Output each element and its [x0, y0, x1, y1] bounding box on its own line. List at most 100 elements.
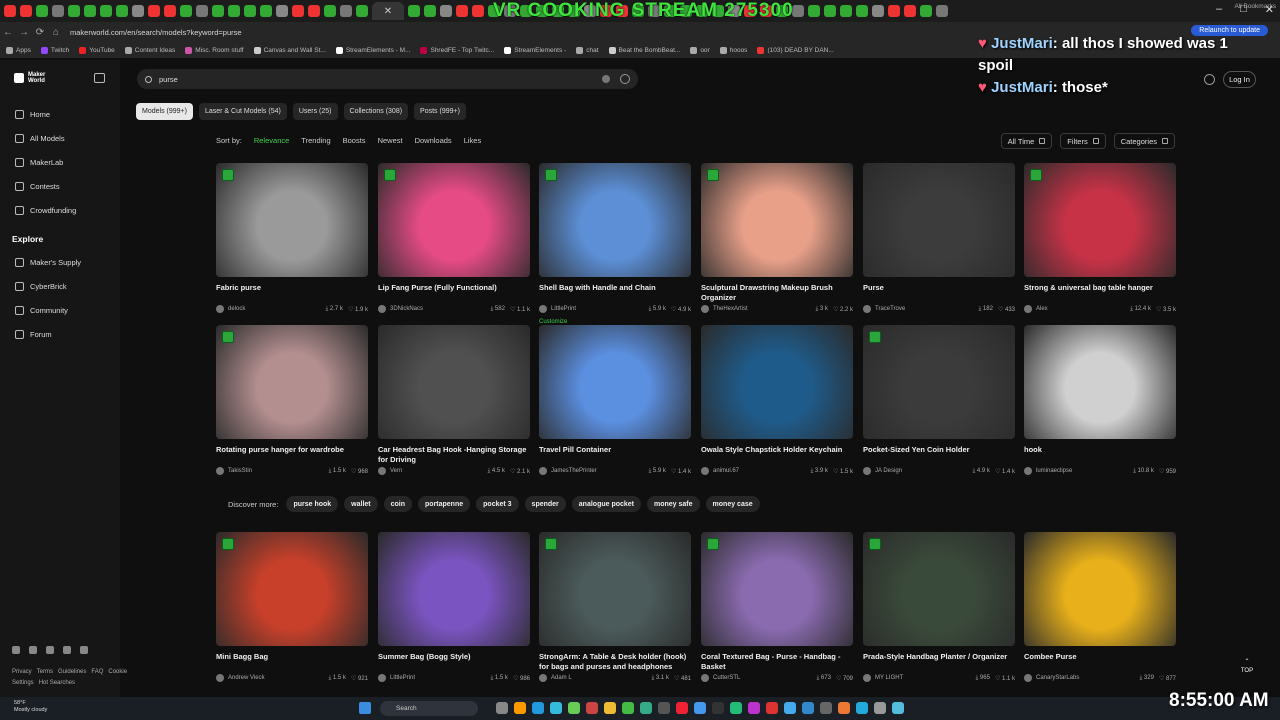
discover-chip[interactable]: purse hook	[286, 496, 339, 512]
model-card[interactable]: Prada-Style Handbag Planter / Organizer M…	[863, 532, 1015, 682]
makerworld-logo[interactable]: Maker World	[14, 72, 45, 84]
model-thumbnail[interactable]	[378, 532, 530, 646]
avatar[interactable]	[701, 467, 709, 475]
avatar[interactable]	[539, 674, 547, 682]
tiktok-icon[interactable]	[80, 646, 88, 654]
tab-favicon-icon[interactable]	[244, 5, 256, 17]
bookmark-item[interactable]: ShredFE - Top Twitc...	[420, 46, 494, 54]
model-thumbnail[interactable]	[539, 163, 691, 277]
model-thumbnail[interactable]	[1024, 532, 1176, 646]
tab-favicon-icon[interactable]	[132, 5, 144, 17]
model-author[interactable]: TheHexArtist	[713, 306, 748, 312]
avatar[interactable]	[863, 674, 871, 682]
tab-favicon-icon[interactable]	[936, 5, 948, 17]
tab-favicon-icon[interactable]	[68, 5, 80, 17]
taskbar-app-icon[interactable]	[694, 702, 706, 714]
model-author[interactable]: CanaryStarLabs	[1036, 675, 1079, 681]
model-author[interactable]: Andrew Vieck	[228, 675, 265, 681]
taskbar-app-icon[interactable]	[514, 702, 526, 714]
model-title[interactable]: Strong & universal bag table hanger	[1024, 283, 1176, 303]
sort-relevance[interactable]: Relevance	[254, 136, 289, 145]
taskbar-app-icon[interactable]	[766, 702, 778, 714]
tab-favicon-icon[interactable]	[52, 5, 64, 17]
bookmark-item[interactable]: Canvas and Wall St...	[253, 46, 326, 54]
model-title[interactable]: Shell Bag with Handle and Chain	[539, 283, 691, 303]
model-author[interactable]: Alex	[1036, 306, 1048, 312]
tab-favicon-icon[interactable]	[148, 5, 160, 17]
tab-favicon-icon[interactable]	[324, 5, 336, 17]
taskbar-search[interactable]: Search	[380, 701, 478, 716]
tab-posts[interactable]: Posts (999+)	[414, 103, 466, 120]
bookmark-item[interactable]: Beat the BombBeat...	[608, 46, 680, 54]
tab-favicon-icon[interactable]	[840, 5, 852, 17]
model-author[interactable]: CutterSTL	[713, 675, 740, 681]
model-title[interactable]: Lip Fang Purse (Fully Functional)	[378, 283, 530, 303]
taskbar-app-icon[interactable]	[892, 702, 904, 714]
tab-users[interactable]: Users (25)	[292, 103, 338, 120]
youtube-icon[interactable]	[46, 646, 54, 654]
model-card[interactable]: Travel Pill Container JamesThePrinter ⤓ 5.…	[539, 325, 691, 475]
sidebar-item-contests[interactable]: Contests	[15, 182, 60, 191]
model-author[interactable]: MY LIGHT	[875, 675, 903, 681]
model-author[interactable]: LittlePrint	[390, 675, 415, 681]
model-thumbnail[interactable]	[539, 325, 691, 439]
model-author[interactable]: TraceTrove	[875, 306, 905, 312]
footer-link[interactable]: Privacy	[12, 669, 32, 675]
avatar[interactable]	[378, 674, 386, 682]
model-thumbnail[interactable]	[378, 325, 530, 439]
bookmark-item[interactable]: hooos	[719, 46, 747, 54]
model-card[interactable]: hook luminaeclipse ⤓ 10.8 k ♡ 959	[1024, 325, 1176, 475]
model-title[interactable]: Fabric purse	[216, 283, 368, 303]
taskbar-app-icon[interactable]	[820, 702, 832, 714]
model-card[interactable]: Summer Bag (Bogg Style) LittlePrint ⤓ 1.5 …	[378, 532, 530, 682]
bookmark-item[interactable]: Twitch	[40, 46, 69, 54]
model-author[interactable]: delock	[228, 306, 245, 312]
tab-favicon-icon[interactable]	[116, 5, 128, 17]
reload-icon[interactable]: ⟳	[32, 27, 48, 38]
clear-search-icon[interactable]	[602, 75, 610, 83]
footer-link[interactable]: FAQ	[91, 669, 103, 675]
model-card[interactable]: Combee Purse CanaryStarLabs ⤓ 329 ♡ 877	[1024, 532, 1176, 682]
home-icon[interactable]: ⌂	[48, 27, 64, 38]
model-thumbnail[interactable]	[863, 163, 1015, 277]
minimize-icon[interactable]: –	[1216, 3, 1222, 16]
model-author[interactable]: Vern	[390, 468, 402, 474]
model-title[interactable]: Sculptural Drawstring Makeup Brush Organ…	[701, 283, 853, 303]
model-title[interactable]: Summer Bag (Bogg Style)	[378, 652, 530, 672]
tab-favicon-icon[interactable]	[196, 5, 208, 17]
facebook-icon[interactable]	[12, 646, 20, 654]
x-icon[interactable]	[63, 646, 71, 654]
bookmark-item[interactable]: oor	[690, 46, 710, 54]
collapse-sidebar-icon[interactable]	[94, 73, 105, 83]
filter-button-filters[interactable]: Filters	[1060, 133, 1106, 149]
model-thumbnail[interactable]	[1024, 325, 1176, 439]
model-card[interactable]: Coral Textured Bag - Purse - Handbag - B…	[701, 532, 853, 682]
model-card[interactable]: Rotating purse hanger for wardrobe TakisS…	[216, 325, 368, 475]
taskbar-app-icon[interactable]	[802, 702, 814, 714]
taskbar-app-icon[interactable]	[658, 702, 670, 714]
sort-newest[interactable]: Newest	[378, 136, 403, 145]
taskbar-app-icon[interactable]	[532, 702, 544, 714]
model-title[interactable]: StrongArm: A Table & Desk holder (hook) …	[539, 652, 691, 672]
model-title[interactable]: Coral Textured Bag - Purse - Handbag - B…	[701, 652, 853, 672]
tab-favicon-icon[interactable]	[340, 5, 352, 17]
avatar[interactable]	[701, 305, 709, 313]
avatar[interactable]	[216, 674, 224, 682]
taskbar-app-icon[interactable]	[730, 702, 742, 714]
model-card[interactable]: Shell Bag with Handle and Chain LittlePri…	[539, 163, 691, 325]
discover-chip[interactable]: portapenne	[418, 496, 471, 512]
search-input[interactable]: purse	[137, 69, 638, 89]
tab-favicon-icon[interactable]	[888, 5, 900, 17]
taskbar-app-icon[interactable]	[838, 702, 850, 714]
tab-favicon-icon[interactable]	[472, 5, 484, 17]
model-card[interactable]: Pocket-Sized Yen Coin Holder JA Design ⤓ 4…	[863, 325, 1015, 475]
sidebar-item-cyberbrick[interactable]: CyberBrick	[15, 282, 67, 291]
image-search-icon[interactable]	[620, 74, 630, 84]
tab-laser[interactable]: Laser & Cut Models (54)	[198, 103, 287, 120]
sort-boosts[interactable]: Boosts	[343, 136, 366, 145]
bookmark-item[interactable]: (103) DEAD BY DAN...	[757, 46, 834, 54]
tab-favicon-icon[interactable]	[808, 5, 820, 17]
model-title[interactable]: Combee Purse	[1024, 652, 1176, 672]
taskbar-app-icon[interactable]	[874, 702, 886, 714]
sidebar-item-all-models[interactable]: All Models	[15, 134, 65, 143]
